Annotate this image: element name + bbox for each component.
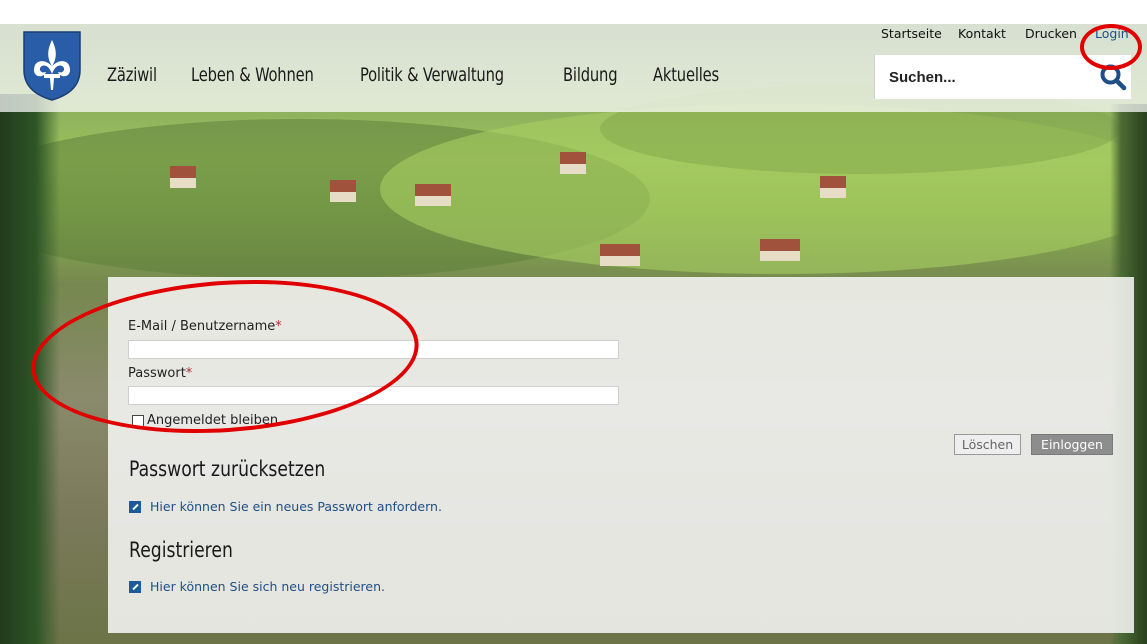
link-login[interactable]: Login — [1095, 26, 1129, 41]
nav-bildung[interactable]: Bildung — [563, 64, 618, 86]
login-button[interactable]: Einloggen — [1031, 434, 1113, 455]
email-label: E-Mail / Benutzername* — [128, 319, 282, 334]
register-link-row[interactable]: Hier können Sie sich neu registrieren. — [129, 579, 385, 594]
link-startseite[interactable]: Startseite — [881, 26, 942, 41]
reset-password-link-row[interactable]: Hier können Sie ein neues Passwort anfor… — [129, 499, 442, 514]
reset-password-heading: Passwort zurücksetzen — [129, 457, 326, 481]
email-field[interactable] — [128, 340, 619, 359]
register-link[interactable]: Hier können Sie sich neu registrieren. — [150, 579, 385, 594]
password-field[interactable] — [128, 386, 619, 405]
link-kontakt[interactable]: Kontakt — [958, 26, 1006, 41]
remember-me-label: Angemeldet bleiben — [147, 413, 279, 428]
remember-me-checkbox[interactable] — [132, 414, 144, 427]
search-box — [874, 55, 1131, 99]
search-icon[interactable] — [1099, 63, 1127, 91]
clear-button[interactable]: Löschen — [954, 434, 1021, 455]
link-drucken[interactable]: Drucken — [1025, 26, 1077, 41]
reset-password-link[interactable]: Hier können Sie ein neues Passwort anfor… — [150, 499, 442, 514]
external-link-icon — [129, 580, 141, 593]
external-link-icon — [129, 500, 141, 513]
login-panel: E-Mail / Benutzername* Passwort* Angemel… — [108, 277, 1134, 633]
nav-zaeziwil[interactable]: Zäziwil — [107, 64, 157, 86]
register-heading: Registrieren — [129, 538, 233, 562]
search-input[interactable] — [887, 65, 1091, 89]
coat-of-arms-logo[interactable] — [22, 30, 82, 102]
remember-me-option[interactable]: Angemeldet bleiben — [132, 413, 278, 428]
nav-aktuelles[interactable]: Aktuelles — [653, 64, 719, 86]
nav-leben-wohnen[interactable]: Leben & Wohnen — [191, 64, 314, 86]
nav-politik-verwaltung[interactable]: Politik & Verwaltung — [360, 64, 504, 86]
password-label: Passwort* — [128, 366, 193, 381]
